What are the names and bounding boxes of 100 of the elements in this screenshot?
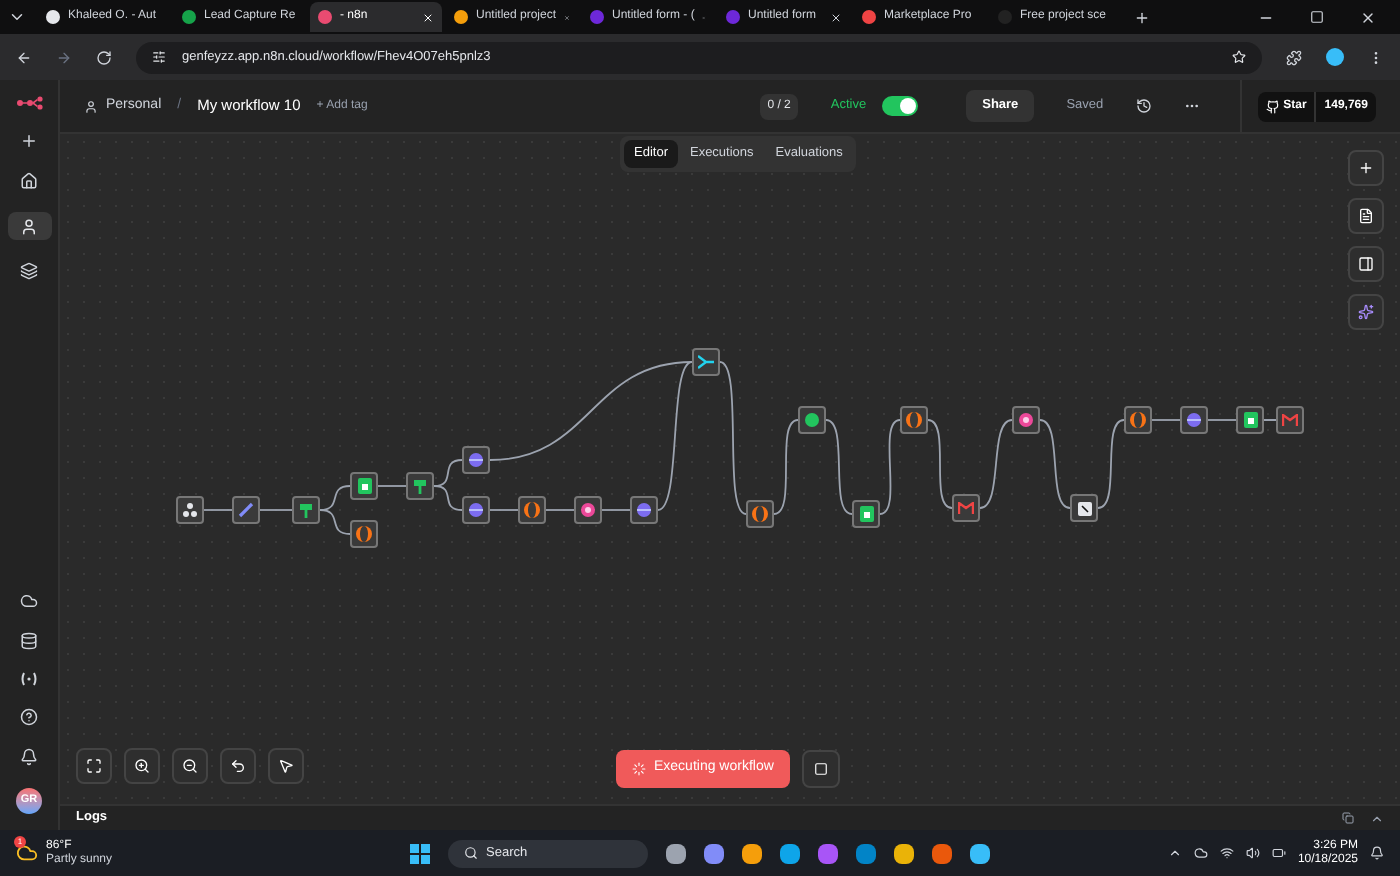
side-panel-button[interactable] — [1348, 246, 1384, 282]
sticky-note-button[interactable] — [1348, 198, 1384, 234]
zoom-in-button[interactable] — [124, 748, 160, 784]
active-toggle[interactable] — [882, 96, 919, 116]
extensions-icon[interactable] — [1286, 49, 1302, 65]
history-icon[interactable] — [1135, 98, 1152, 114]
personal-nav-item[interactable] — [7, 212, 51, 240]
variables-icon[interactable] — [20, 672, 38, 686]
workflow-node[interactable] — [350, 520, 378, 548]
layers-icon[interactable] — [20, 262, 38, 280]
notifications-icon[interactable] — [20, 748, 38, 766]
person-icon — [84, 99, 98, 113]
windows-start-icon[interactable] — [410, 843, 430, 863]
workflow-node[interactable] — [350, 472, 378, 500]
ai-assistant-button[interactable] — [1348, 294, 1384, 330]
zoom-out-icon — [182, 758, 198, 774]
connection-line — [433, 459, 463, 487]
mail-icon — [958, 502, 974, 514]
workflow-node[interactable] — [292, 496, 320, 524]
connection-line — [879, 419, 901, 515]
profile-avatar[interactable] — [1326, 48, 1344, 66]
stop-button[interactable] — [801, 750, 840, 788]
volume-icon[interactable] — [1245, 846, 1260, 860]
workflow-node[interactable] — [952, 494, 980, 522]
database-icon[interactable] — [20, 632, 38, 650]
reload-icon[interactable] — [96, 49, 112, 65]
person-icon — [20, 217, 38, 235]
workflow-node[interactable] — [630, 496, 658, 524]
note-icon — [1358, 208, 1374, 224]
workflow-node[interactable] — [1070, 494, 1098, 522]
new-tab-icon[interactable] — [1134, 9, 1150, 25]
connection-line — [259, 509, 293, 511]
workflow-node[interactable] — [232, 496, 260, 524]
pop-out-icon[interactable] — [1342, 812, 1354, 824]
select-tool-button[interactable] — [268, 748, 304, 784]
connection-line — [979, 419, 1013, 509]
workflow-node[interactable] — [462, 496, 490, 524]
tab-favicon-icon — [46, 10, 60, 24]
workflow-node[interactable] — [406, 472, 434, 500]
close-icon[interactable] — [1360, 9, 1376, 25]
workflow-node[interactable] — [518, 496, 546, 524]
mail-icon — [1282, 414, 1298, 426]
workflow-node[interactable] — [798, 406, 826, 434]
workflow-node[interactable] — [176, 496, 204, 524]
tab-list-icon[interactable] — [8, 8, 26, 26]
workflow-node[interactable] — [1124, 406, 1152, 434]
close-icon[interactable] — [830, 11, 842, 23]
expand-icon[interactable] — [1370, 811, 1384, 825]
wifi-icon[interactable] — [1219, 846, 1234, 860]
weather-icon[interactable] — [16, 842, 38, 864]
workflow-node[interactable] — [900, 406, 928, 434]
help-icon[interactable] — [20, 708, 38, 726]
webhook-icon — [182, 502, 198, 518]
tray-overflow-icon[interactable] — [1167, 846, 1182, 860]
workflow-node[interactable] — [1012, 406, 1040, 434]
n8n-logo-icon[interactable] — [15, 96, 43, 110]
back-icon[interactable] — [16, 49, 32, 65]
connection-line — [1039, 419, 1071, 509]
tab-favicon-icon — [454, 10, 468, 24]
cloud-icon[interactable] — [20, 592, 38, 610]
connection-line — [773, 419, 799, 515]
notifications-icon[interactable] — [1370, 846, 1384, 860]
tab-favicon-icon — [182, 10, 196, 24]
bookmark-icon[interactable] — [1232, 50, 1246, 64]
sparkles-icon — [1358, 304, 1374, 320]
panel-icon — [1358, 256, 1374, 272]
battery-icon[interactable] — [1271, 846, 1286, 860]
connection-line — [319, 485, 351, 511]
site-settings-icon[interactable] — [152, 50, 166, 64]
tab-favicon-icon — [726, 10, 740, 24]
signpost-icon — [298, 502, 314, 518]
workflow-node[interactable] — [692, 348, 720, 376]
workflow-node[interactable] — [1276, 406, 1304, 434]
connection-line — [489, 509, 519, 511]
fit-view-icon — [86, 758, 102, 774]
stop-icon — [813, 762, 828, 776]
add-node-button[interactable] — [1348, 150, 1384, 186]
workflow-node[interactable] — [746, 500, 774, 528]
cloud-icon[interactable] — [1193, 846, 1208, 860]
connection-line — [1207, 419, 1237, 421]
forward-icon[interactable] — [56, 49, 72, 65]
maximize-icon[interactable] — [1310, 10, 1324, 24]
undo-button[interactable] — [220, 748, 256, 784]
fit-view-button[interactable] — [76, 748, 112, 784]
zoom-out-button[interactable] — [172, 748, 208, 784]
workflow-node[interactable] — [462, 446, 490, 474]
braces-icon — [1130, 412, 1146, 428]
workflow-node[interactable] — [574, 496, 602, 524]
sheet-icon — [859, 506, 873, 522]
pause-icon — [580, 502, 596, 518]
braces-icon — [524, 502, 540, 518]
connection-line — [319, 509, 351, 535]
connection-line — [1097, 419, 1125, 509]
add-icon[interactable] — [20, 132, 38, 150]
globe-icon — [636, 502, 652, 518]
home-icon[interactable] — [20, 172, 38, 190]
signpost-icon — [412, 478, 428, 494]
workflow-node[interactable] — [852, 500, 880, 528]
workflow-node[interactable] — [1236, 406, 1264, 434]
workflow-node[interactable] — [1180, 406, 1208, 434]
